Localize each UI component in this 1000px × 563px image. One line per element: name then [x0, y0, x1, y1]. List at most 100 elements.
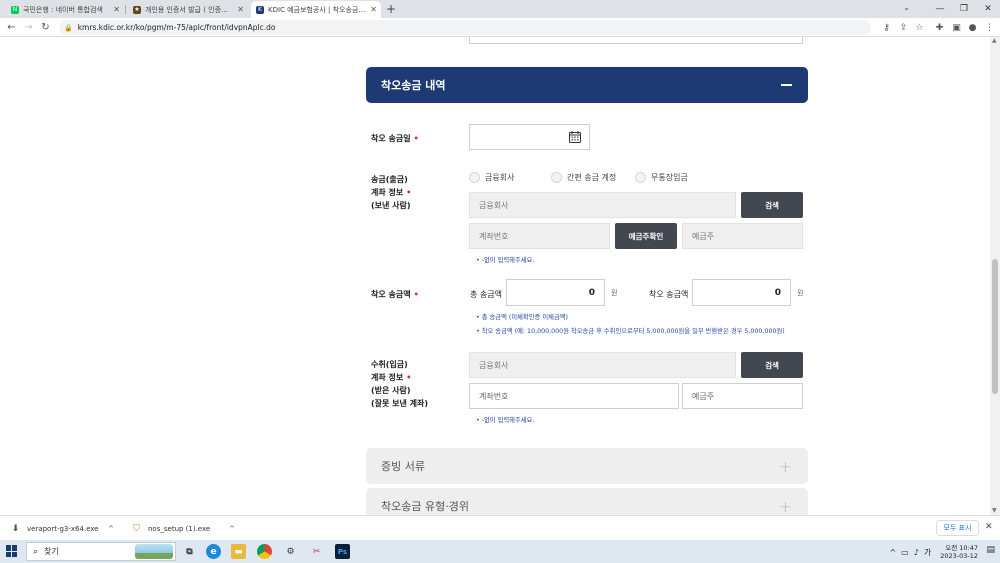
- previous-field-box: [469, 37, 803, 44]
- section-evidence-documents[interactable]: 증빙 서류 +: [366, 448, 808, 484]
- section-header-mistaken-transfer[interactable]: 착오송금 내역: [366, 67, 808, 103]
- download-filename: nos_setup (1).exe: [148, 524, 211, 533]
- scroll-down-arrow-icon[interactable]: ▼: [992, 507, 997, 514]
- expand-plus-icon[interactable]: +: [779, 497, 792, 516]
- back-arrow-icon[interactable]: ←: [5, 21, 18, 34]
- sender-search-button[interactable]: 검색: [741, 192, 803, 218]
- settings-gear-icon[interactable]: ⚙: [283, 544, 298, 559]
- section-transfer-type-reason[interactable]: 착오송금 유형·경위 +: [366, 488, 808, 515]
- chevron-up-icon[interactable]: ^: [889, 548, 896, 557]
- profile-icon[interactable]: ●: [966, 21, 979, 34]
- download-item[interactable]: ⬇ veraport-g3-x64.exe ^: [10, 520, 122, 537]
- file-explorer-icon[interactable]: ▬: [231, 544, 246, 559]
- forward-arrow-icon[interactable]: →: [22, 21, 35, 34]
- close-icon[interactable]: ✕: [113, 5, 120, 14]
- windows-start-icon[interactable]: [6, 545, 18, 557]
- download-filename: veraport-g3-x64.exe: [27, 524, 99, 533]
- sender-holder-input[interactable]: 예금주: [682, 223, 803, 249]
- taskbar-search-box[interactable]: ⌕ 찾기: [26, 542, 176, 561]
- sender-account-input[interactable]: 계좌번호: [469, 223, 610, 249]
- collapse-minus-icon[interactable]: [781, 84, 792, 86]
- sender-institution-input[interactable]: 금융회사: [469, 192, 736, 218]
- task-view-icon[interactable]: ⧉: [182, 544, 197, 559]
- close-icon[interactable]: ✕: [370, 5, 377, 14]
- show-all-downloads-button[interactable]: 모두 표시: [936, 520, 979, 536]
- speaker-icon[interactable]: ♪: [914, 548, 919, 557]
- receiver-holder-input[interactable]: 예금주: [682, 383, 803, 409]
- ime-language-icon[interactable]: 가: [924, 547, 931, 558]
- new-tab-plus-icon[interactable]: +: [384, 2, 398, 16]
- receiver-account-input[interactable]: 계좌번호: [469, 383, 679, 409]
- key-icon[interactable]: ⚷: [880, 21, 893, 34]
- extensions-puzzle-icon[interactable]: ✚: [933, 21, 946, 34]
- receiver-institution-input[interactable]: 금융회사: [469, 352, 736, 378]
- clock-date: 2023-03-12: [940, 552, 978, 560]
- side-panel-icon[interactable]: ▣: [950, 21, 963, 34]
- close-icon[interactable]: ✕: [985, 522, 993, 532]
- radio-circle[interactable]: [469, 172, 480, 183]
- photoshop-icon[interactable]: Ps: [335, 544, 350, 559]
- date-input[interactable]: [469, 124, 590, 150]
- sender-hint: • -없이 입력해주세요.: [476, 257, 535, 264]
- bank-icon: ★: [133, 5, 141, 14]
- windows-taskbar: ⌕ 찾기 ⧉ e ▬ ⚙ ✂ Ps ^ ▭ ♪ 가 오전 10:47 2023-…: [0, 540, 1000, 563]
- browser-tab[interactable]: ★ 개인용 인증서 발급 ( 인증센터) ✕: [128, 1, 248, 18]
- expand-plus-icon[interactable]: +: [779, 457, 792, 476]
- page-viewport: 착오송금 내역 착오 송금일 • 송금(출금) 계좌 정보 • (보낸 사람) 금융…: [0, 37, 990, 515]
- tab-title: KDIC 예금보험공사 | 착오송금반환: [268, 5, 367, 14]
- tab-separator: [125, 5, 126, 14]
- section-title: 착오송금 내역: [381, 79, 446, 92]
- close-icon[interactable]: ✕: [237, 5, 244, 14]
- tab-search-chevron-icon[interactable]: ⌄: [903, 3, 910, 12]
- search-icon: ⌕: [33, 546, 39, 557]
- shield-file-icon: ⛉: [133, 523, 140, 534]
- restore-icon[interactable]: ❐: [952, 0, 976, 18]
- mistaken-amount-label: 착오 송금액: [649, 290, 689, 299]
- browser-tab-active[interactable]: K KDIC 예금보험공사 | 착오송금반환 ✕: [251, 1, 381, 18]
- section-title: 증빙 서류: [381, 460, 425, 473]
- amount-label: 착오 송금액 •: [371, 290, 419, 299]
- share-icon[interactable]: ⇪: [897, 21, 910, 34]
- radio-financial-institution[interactable]: 금융회사: [469, 172, 514, 183]
- chrome-browser-icon[interactable]: [257, 544, 272, 559]
- search-highlight-image: [135, 544, 173, 559]
- radio-bankbook-free-deposit[interactable]: 무통장입금: [635, 172, 688, 183]
- network-icon[interactable]: ▭: [901, 548, 909, 557]
- snipping-tool-icon[interactable]: ✂: [309, 544, 324, 559]
- window-close-icon[interactable]: ✕: [976, 0, 1000, 18]
- sender-account-label: 송금(출금) 계좌 정보 • (보낸 사람): [371, 175, 412, 210]
- clock-time: 오전 10:47: [945, 544, 978, 552]
- tab-title: 국민은행 : 네이버 통합검색: [23, 5, 103, 14]
- reload-icon[interactable]: ↻: [39, 21, 52, 34]
- edge-browser-icon[interactable]: e: [206, 544, 221, 559]
- total-amount-input[interactable]: 0: [506, 279, 605, 306]
- scrollbar-thumb[interactable]: [992, 259, 998, 394]
- mistaken-amount-input[interactable]: 0: [692, 279, 791, 306]
- notification-icon[interactable]: ▤: [986, 545, 995, 555]
- search-placeholder: 찾기: [44, 547, 59, 556]
- radio-simple-transfer-account[interactable]: 간편 송금 계정: [551, 172, 616, 183]
- minimize-icon[interactable]: —: [928, 0, 952, 18]
- radio-circle[interactable]: [551, 172, 562, 183]
- browser-tab[interactable]: N 국민은행 : 네이버 통합검색 ✕: [6, 1, 124, 18]
- download-shelf: ⬇ veraport-g3-x64.exe ^ ⛉ nos_setup (1).…: [0, 515, 1000, 540]
- amount-note-mistaken: • 착오 송금액 (예: 10,000,000원 착오송금 후 수취인으로부터 …: [476, 328, 785, 335]
- amount-note-total: • 총 송금액 (이체확인증 이체금액): [476, 314, 568, 321]
- bookmark-star-icon[interactable]: ☆: [913, 21, 926, 34]
- date-label: 착오 송금일 •: [371, 134, 419, 143]
- receiver-search-button[interactable]: 검색: [741, 352, 803, 378]
- system-clock[interactable]: 오전 10:47 2023-03-12: [940, 544, 978, 560]
- system-tray: ^ ▭ ♪ 가 오전 10:47 2023-03-12: [889, 543, 978, 561]
- chevron-up-icon[interactable]: ^: [229, 525, 235, 533]
- calendar-icon[interactable]: [569, 131, 581, 143]
- address-bar[interactable]: 🔒 kmrs.kdic.or.kr/ko/pgm/m-75/aplc/front…: [59, 20, 871, 35]
- download-item[interactable]: ⛉ nos_setup (1).exe ^: [131, 520, 241, 537]
- verify-holder-button[interactable]: 예금주확인: [615, 223, 677, 249]
- radio-circle[interactable]: [635, 172, 646, 183]
- page-scrollbar[interactable]: ▲ ▼: [990, 37, 1000, 515]
- scroll-up-arrow-icon[interactable]: ▲: [992, 37, 997, 44]
- kebab-menu-icon[interactable]: ⋮: [983, 21, 996, 34]
- won-unit: 원: [797, 289, 804, 297]
- chevron-up-icon[interactable]: ^: [108, 525, 114, 533]
- browser-toolbar: ← → ↻ 🔒 kmrs.kdic.or.kr/ko/pgm/m-75/aplc…: [0, 18, 1000, 37]
